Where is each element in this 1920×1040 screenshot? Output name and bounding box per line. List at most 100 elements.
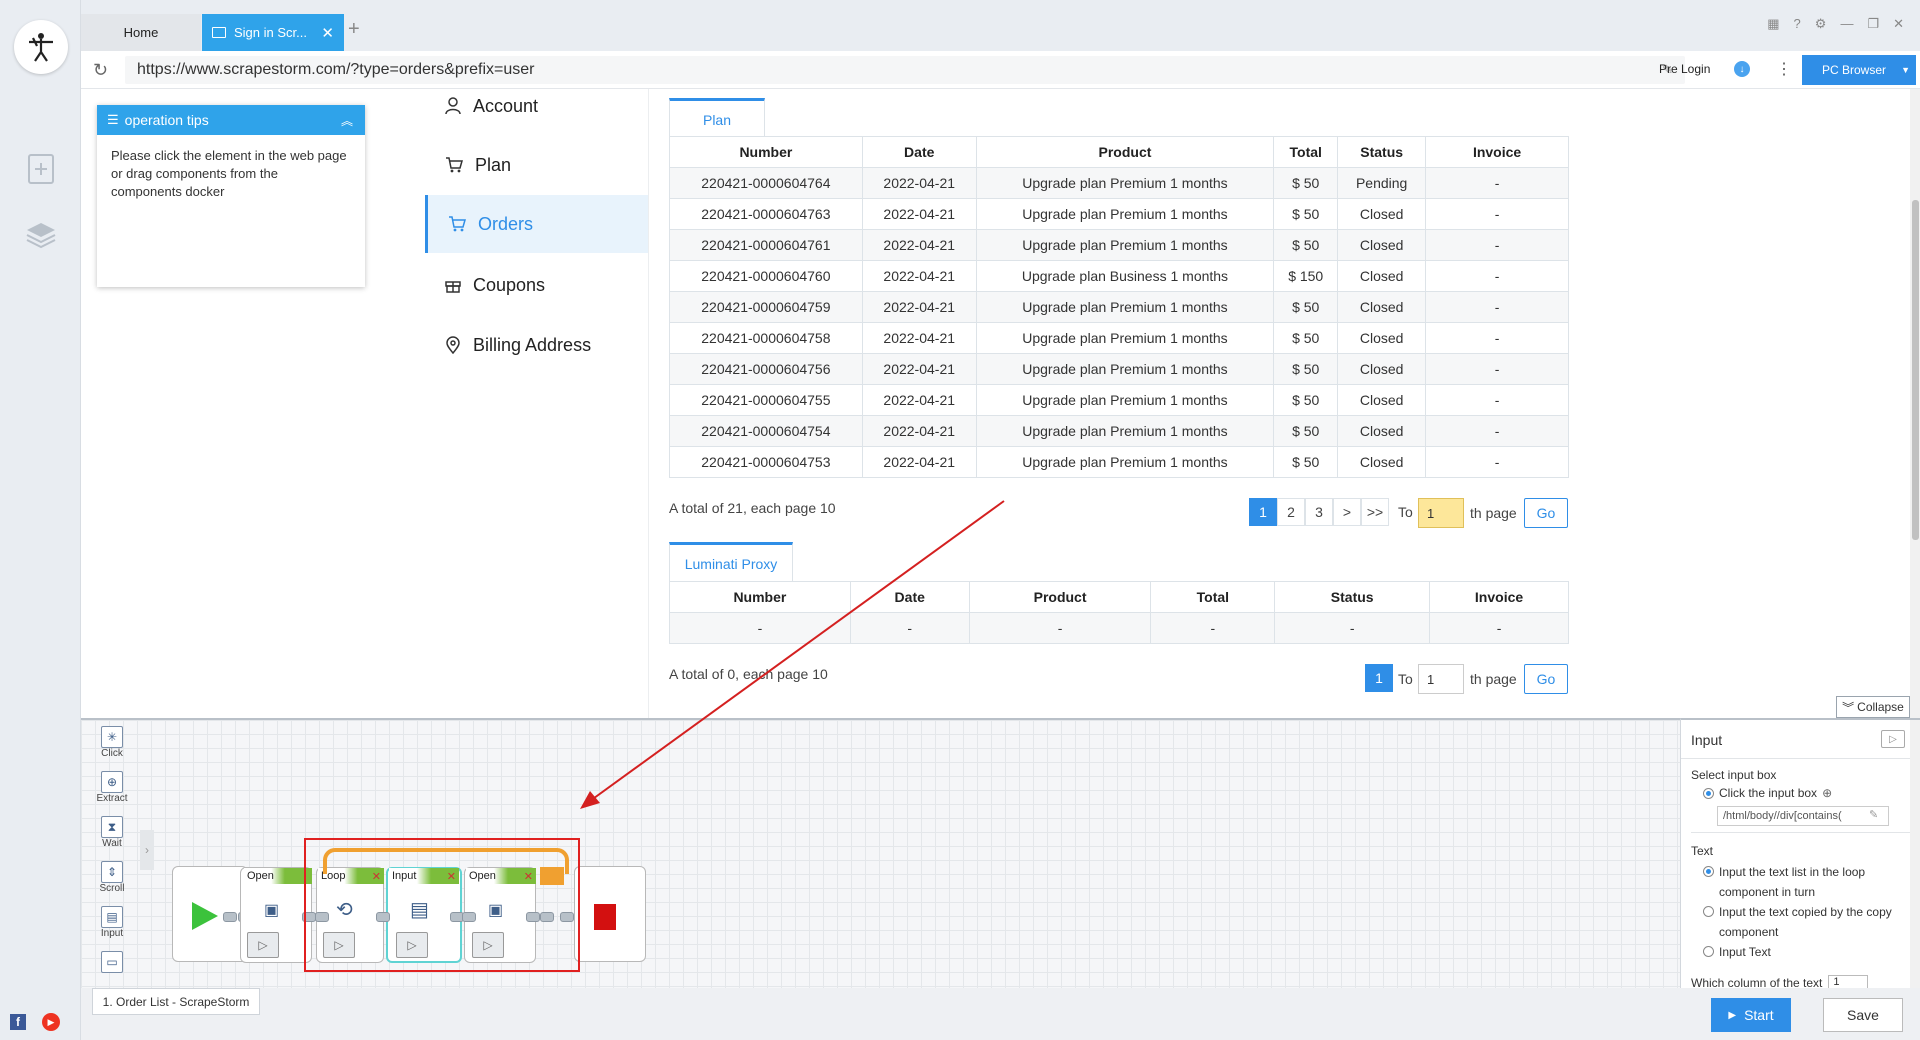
proxy-page-input[interactable]: 1	[1418, 664, 1464, 694]
table-cell: -	[1425, 229, 1569, 261]
nav-orders[interactable]: Orders	[425, 195, 648, 253]
panel-scrollbar[interactable]	[1910, 720, 1920, 990]
click-input-option[interactable]: Click the input box ⊕	[1703, 786, 1832, 800]
start-play-icon[interactable]	[190, 900, 220, 935]
nav-account[interactable]: Account	[425, 77, 648, 135]
table-row[interactable]: 220421-0000604761 2022-04-21 Upgrade plan …	[669, 229, 1569, 261]
save-label: Save	[1847, 1007, 1879, 1023]
table-cell: 220421-0000604759	[669, 291, 863, 323]
go-button[interactable]: Go	[1524, 498, 1568, 528]
table-cell: -	[1425, 322, 1569, 354]
nav-billing-address[interactable]: Billing Address	[425, 316, 648, 374]
more-component-icon: ▭	[101, 951, 123, 973]
xpath-field[interactable]: /html/body//div[contains(	[1717, 806, 1889, 826]
proxy-page-1[interactable]: 1	[1365, 664, 1393, 692]
tips-title: operation tips	[124, 112, 209, 128]
table-cell: 2022-04-21	[861, 446, 977, 478]
table-cell: Upgrade plan Premium 1 months	[975, 167, 1275, 199]
minimize-icon[interactable]: —	[1840, 16, 1853, 32]
table-row[interactable]: 220421-0000604758 2022-04-21 Upgrade plan …	[669, 322, 1569, 354]
orders-table: Number Date Product Total Status Invoice…	[669, 136, 1569, 478]
connector	[223, 912, 237, 922]
refresh-icon[interactable]: ↻	[93, 60, 108, 81]
run-icon[interactable]: ▷	[1881, 730, 1905, 748]
task-tab[interactable]: 1. Order List - ScrapeStorm	[92, 988, 260, 1015]
more-menu-icon[interactable]: ⋮	[1776, 59, 1792, 79]
tab-plan-label: Plan	[702, 111, 732, 128]
table-header-row: Number Date Product Total Status Invoice	[669, 136, 1569, 168]
maximize-icon[interactable]: ❐	[1867, 16, 1879, 32]
component-click[interactable]: ✳ Click	[92, 726, 132, 770]
gift-icon[interactable]: ▦	[1767, 16, 1779, 32]
page-last[interactable]: >>	[1361, 498, 1389, 526]
table-cell: $ 50	[1273, 384, 1339, 416]
close-window-icon[interactable]: ✕	[1893, 16, 1904, 32]
table-row[interactable]: 220421-0000604764 2022-04-21 Upgrade plan …	[669, 167, 1569, 199]
stop-icon[interactable]	[594, 904, 616, 930]
option-label: Input the text list in the loop componen…	[1719, 865, 1866, 899]
page-3[interactable]: 3	[1305, 498, 1333, 526]
table-row[interactable]: 220421-0000604763 2022-04-21 Upgrade plan …	[669, 198, 1569, 230]
to-label: To	[1398, 671, 1413, 687]
nav-coupons[interactable]: Coupons	[425, 256, 648, 314]
start-button[interactable]: ▶ Start	[1711, 998, 1791, 1032]
new-tab-button[interactable]: +	[348, 18, 360, 41]
help-icon[interactable]: ?	[1794, 16, 1801, 32]
option-copied-text[interactable]: Input the text copied by the copy compon…	[1703, 902, 1903, 942]
col-status: Status	[1337, 136, 1427, 168]
page-1[interactable]: 1	[1249, 498, 1277, 526]
table-cell: 220421-0000604758	[669, 322, 863, 354]
pc-browser-dropdown[interactable]: PC Browser ▼	[1802, 55, 1916, 85]
tab-plan[interactable]: Plan	[669, 98, 765, 138]
collapse-button[interactable]: ︾ Collapse	[1836, 696, 1910, 718]
new-task-icon[interactable]	[24, 152, 58, 186]
target-icon[interactable]: ⊕	[1822, 786, 1832, 800]
page-jump-input[interactable]: 1	[1418, 498, 1464, 528]
expand-dock-icon[interactable]: ›	[140, 830, 154, 870]
pre-login-button[interactable]: Pre Login	[1659, 62, 1710, 76]
table-row[interactable]: 220421-0000604753 2022-04-21 Upgrade plan …	[669, 446, 1569, 478]
option-input-text[interactable]: Input Text	[1703, 942, 1903, 962]
save-button[interactable]: Save	[1823, 998, 1903, 1032]
table-cell: -	[1425, 291, 1569, 323]
page-next[interactable]: >	[1333, 498, 1361, 526]
component-more[interactable]: ▭	[92, 951, 132, 977]
proxy-go-button[interactable]: Go	[1524, 664, 1568, 694]
option-loop-text[interactable]: Input the text list in the loop componen…	[1703, 862, 1903, 902]
component-wait[interactable]: ⧗ Wait	[92, 816, 132, 860]
scroll-thumb[interactable]	[1912, 200, 1919, 540]
block-open-1-title: Open	[244, 868, 312, 884]
page-2[interactable]: 2	[1277, 498, 1305, 526]
tab-signin[interactable]: Sign in Scr... ✕	[202, 14, 344, 51]
close-icon[interactable]: ✕	[321, 24, 334, 42]
component-scroll[interactable]: ⇕ Scroll	[92, 861, 132, 905]
table-row[interactable]: 220421-0000604759 2022-04-21 Upgrade plan …	[669, 291, 1569, 323]
table-row[interactable]: 220421-0000604756 2022-04-21 Upgrade plan …	[669, 353, 1569, 385]
play-button[interactable]: ▷	[247, 932, 279, 958]
table-row[interactable]: 220421-0000604754 2022-04-21 Upgrade plan …	[669, 415, 1569, 447]
edit-xpath-icon[interactable]: ✎	[1869, 808, 1878, 821]
settings-icon[interactable]: ⚙	[1815, 16, 1827, 32]
radio-icon	[1703, 787, 1714, 799]
nav-plan[interactable]: Plan	[425, 136, 648, 194]
proxy-icon[interactable]: ↓	[1734, 61, 1750, 77]
table-row[interactable]: 220421-0000604760 2022-04-21 Upgrade plan …	[669, 260, 1569, 292]
youtube-icon[interactable]: ▶	[42, 1013, 60, 1031]
table-cell: 2022-04-21	[861, 198, 977, 230]
layers-icon[interactable]	[24, 218, 58, 252]
collapse-up-icon[interactable]: ︽	[341, 112, 353, 129]
table-cell: -	[1425, 198, 1569, 230]
table-cell: Closed	[1337, 322, 1427, 354]
component-extract[interactable]: ⊕ Extract	[92, 771, 132, 815]
table-cell: Upgrade plan Premium 1 months	[975, 198, 1275, 230]
table-cell: -	[1150, 612, 1276, 644]
facebook-icon[interactable]: f	[10, 1014, 26, 1030]
tips-header: ☰ operation tips ︽	[97, 105, 365, 135]
tab-home[interactable]: Home	[81, 14, 201, 51]
table-cell: Upgrade plan Premium 1 months	[975, 415, 1275, 447]
component-input[interactable]: ▤ Input	[92, 906, 132, 950]
table-cell: 2022-04-21	[861, 167, 977, 199]
url-input[interactable]: https://www.scrapestorm.com/?type=orders…	[125, 56, 1685, 84]
table-row[interactable]: 220421-0000604755 2022-04-21 Upgrade plan …	[669, 384, 1569, 416]
components-dock: ✳ Click ⊕ Extract ⧗ Wait ⇕ Scroll ▤ Input ▭	[92, 726, 132, 988]
